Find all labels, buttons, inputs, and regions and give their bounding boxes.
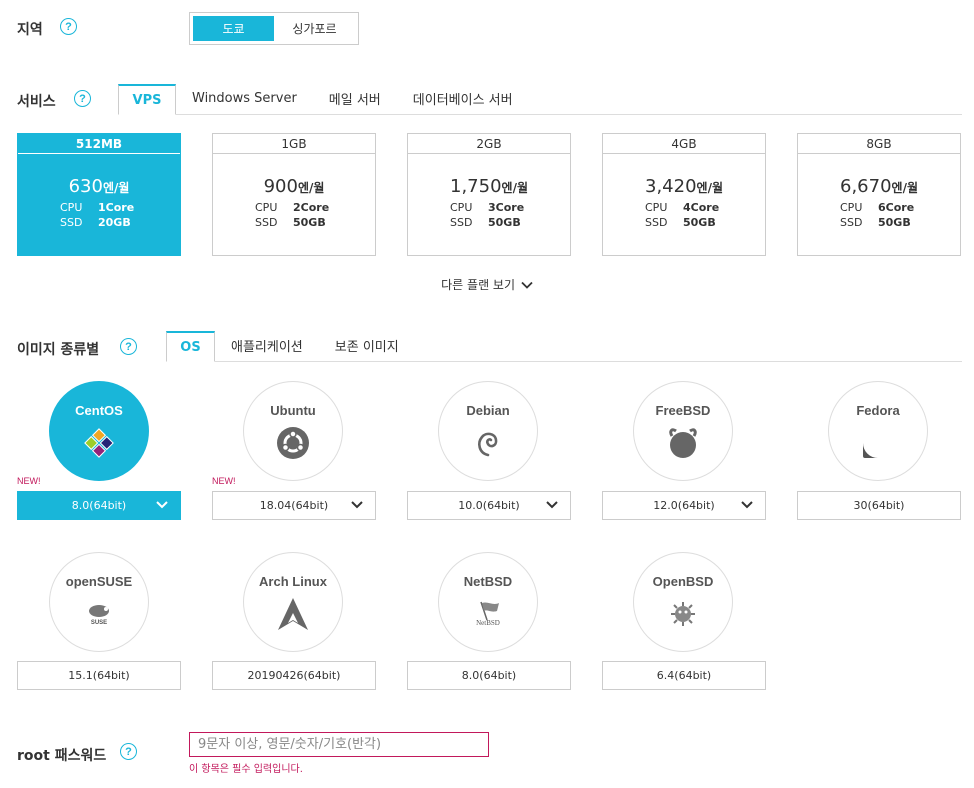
fedora-logo-icon [861,426,895,460]
plan-price: 3,420엔/월 [645,176,723,197]
os-opensuse[interactable]: openSUSE SUSE [49,552,149,652]
os-name: OpenBSD [652,574,714,589]
plan-name: 2GB [408,134,570,154]
service-help-icon[interactable]: ? [74,90,91,107]
chevron-down-icon [156,501,168,509]
version-openbsd[interactable]: 6.4(64bit) [602,661,766,690]
region-selector: 도쿄 싱가포르 [189,12,359,45]
region-option-singapore[interactable]: 싱가포르 [274,16,355,41]
plan-cpu: CPU 4Core [645,201,720,214]
os-name: openSUSE [65,574,133,589]
svg-text:SUSE: SUSE [91,620,107,626]
plan-ssd: SSD 50GB [255,216,326,229]
root-password-input[interactable] [189,732,489,757]
chevron-down-icon [351,501,363,509]
image-help-icon[interactable]: ? [120,338,137,355]
ubuntu-logo-icon [276,426,310,460]
plan-cpu: CPU 3Core [450,201,525,214]
opensuse-logo-icon: SUSE [82,597,116,631]
version-netbsd[interactable]: 8.0(64bit) [407,661,571,690]
os-name: Debian [466,403,510,418]
plan-name: 8GB [798,134,960,154]
region-label: 지역 [17,22,43,38]
os-centos[interactable]: CentOS [49,381,149,481]
plan-price: 630엔/월 [68,176,130,197]
freebsd-logo-icon [666,426,700,460]
chevron-down-icon [546,501,558,509]
version-opensuse[interactable]: 15.1(64bit) [17,661,181,690]
version-archlinux[interactable]: 20190426(64bit) [212,661,376,690]
tab-application[interactable]: 애플리케이션 [215,330,319,361]
new-badge: NEW! [17,476,41,486]
region-help-icon[interactable]: ? [60,18,77,35]
os-name: Ubuntu [270,403,316,418]
plan-card-1gb[interactable]: 1GB 900엔/월 CPU 2Core SSD 50GB [212,133,376,256]
version-fedora[interactable]: 30(64bit) [797,491,961,520]
svg-text:NetBSD: NetBSD [476,619,500,627]
archlinux-logo-icon [276,597,310,631]
netbsd-logo-icon: NetBSD [471,597,505,631]
plan-card-8gb[interactable]: 8GB 6,670엔/월 CPU 6Core SSD 50GB [797,133,961,256]
plan-card-512mb[interactable]: 512MB 630엔/월 CPU 1Core SSD 20GB [17,133,181,256]
plan-name: 512MB [18,134,180,154]
more-plans-link[interactable]: 다른 플랜 보기 [0,276,974,293]
os-name: Arch Linux [259,574,327,589]
region-option-tokyo[interactable]: 도쿄 [193,16,274,41]
tab-windows-server[interactable]: Windows Server [176,83,313,114]
tab-vps[interactable]: VPS [118,84,176,115]
service-tabs: VPS Windows Server 메일 서버 데이터베이스 서버 [118,83,962,115]
version-select-ubuntu[interactable]: 18.04(64bit) [212,491,376,520]
tab-database-server[interactable]: 데이터베이스 서버 [397,83,529,114]
root-password-help-icon[interactable]: ? [120,743,137,760]
plan-cpu: CPU 1Core [60,201,135,214]
centos-logo-icon [82,426,116,460]
os-debian[interactable]: Debian [438,381,538,481]
service-label: 서비스 [17,94,56,110]
os-openbsd[interactable]: OpenBSD [633,552,733,652]
os-name: Fedora [856,403,900,418]
os-name: NetBSD [463,574,513,589]
plan-cpu: CPU 6Core [840,201,915,214]
plan-price: 6,670엔/월 [840,176,918,197]
image-type-label: 이미지 종류별 [17,342,100,358]
os-name: FreeBSD [655,403,711,418]
chevron-down-icon [741,501,753,509]
version-select-freebsd[interactable]: 12.0(64bit) [602,491,766,520]
os-ubuntu[interactable]: Ubuntu [243,381,343,481]
plan-price: 900엔/월 [263,176,325,197]
plan-card-4gb[interactable]: 4GB 3,420엔/월 CPU 4Core SSD 50GB [602,133,766,256]
image-tabs: OS 애플리케이션 보존 이미지 [166,330,962,362]
version-select-centos[interactable]: 8.0(64bit) [17,491,181,520]
os-freebsd[interactable]: FreeBSD [633,381,733,481]
tab-mail-server[interactable]: 메일 서버 [313,83,397,114]
os-netbsd[interactable]: NetBSD NetBSD [438,552,538,652]
plan-ssd: SSD 50GB [840,216,911,229]
os-name: CentOS [75,403,123,418]
plan-ssd: SSD 50GB [450,216,521,229]
plan-ssd: SSD 50GB [645,216,716,229]
os-fedora[interactable]: Fedora [828,381,928,481]
plan-price: 1,750엔/월 [450,176,528,197]
root-password-label: root 패스워드 [17,748,107,764]
plan-name: 4GB [603,134,765,154]
tab-os[interactable]: OS [166,331,215,362]
plan-ssd: SSD 20GB [60,216,131,229]
root-password-error: 이 항목은 필수 입력입니다. [189,764,303,775]
openbsd-logo-icon [666,597,700,631]
plan-cpu: CPU 2Core [255,201,330,214]
version-select-debian[interactable]: 10.0(64bit) [407,491,571,520]
plan-card-2gb[interactable]: 2GB 1,750엔/월 CPU 3Core SSD 50GB [407,133,571,256]
chevron-down-icon [521,281,533,289]
os-archlinux[interactable]: Arch Linux [243,552,343,652]
plan-name: 1GB [213,134,375,154]
debian-logo-icon [471,426,505,460]
tab-saved-image[interactable]: 보존 이미지 [319,330,415,361]
new-badge: NEW! [212,476,236,486]
